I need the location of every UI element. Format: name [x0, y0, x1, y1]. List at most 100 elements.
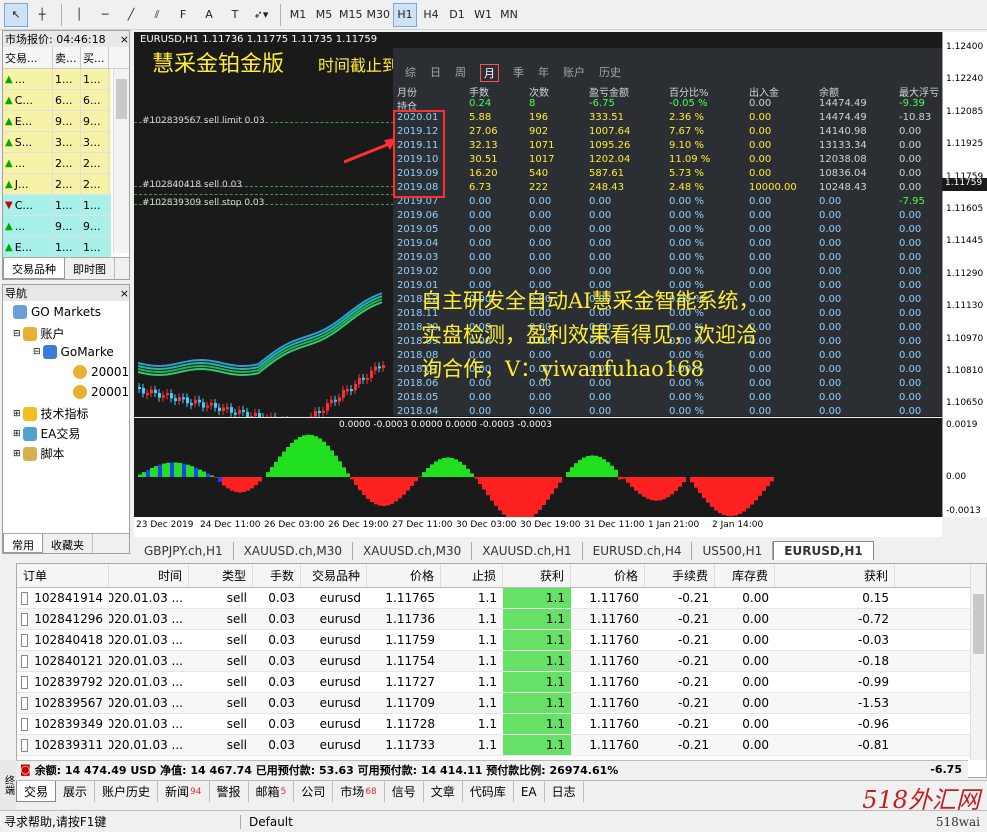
stats-tab[interactable]: 日: [430, 64, 441, 82]
stats-tab[interactable]: 综: [405, 64, 416, 82]
market-watch-row[interactable]: ▲ C... 6... 6...: [3, 90, 111, 111]
timeframe-m5[interactable]: M5: [312, 3, 336, 27]
chart-tab[interactable]: XAUUSD.ch,M30: [234, 542, 353, 560]
stats-tab[interactable]: 月: [480, 64, 499, 82]
nav-item-scripts[interactable]: ⊞ 脚本: [13, 445, 65, 462]
crosshair-icon[interactable]: ┼: [30, 3, 54, 27]
price-tick: 1.12240: [946, 74, 984, 85]
text-icon[interactable]: A: [197, 3, 221, 27]
timeframe-m15[interactable]: M15: [338, 3, 364, 27]
stats-tab[interactable]: 季: [513, 64, 524, 82]
terminal-tab[interactable]: 文章: [424, 781, 463, 802]
stats-tab[interactable]: 年: [538, 64, 549, 82]
market-watch-row[interactable]: ▲ E... 9... 9...: [3, 111, 111, 132]
terminal-tab[interactable]: 展示: [56, 781, 96, 802]
trade-row[interactable]: 102839792 2020.01.03 ... sell 0.03 eurusd 1.1…: [17, 672, 986, 693]
terminal-tab[interactable]: 新闻 94: [158, 781, 210, 802]
market-watch-row[interactable]: ▲ J... 2... 2...: [3, 174, 111, 195]
fibonacci-icon[interactable]: F: [171, 3, 195, 27]
indicator-chart[interactable]: 0.0000 -0.0003 0.0000 0.0000 -0.0003 -0.…: [134, 418, 942, 517]
trade-col-header[interactable]: 价格: [367, 564, 441, 587]
timeframe-d1[interactable]: D1: [445, 3, 469, 27]
nav-item-account-2[interactable]: 20001: [73, 385, 129, 399]
trade-row[interactable]: 102840121 2020.01.03 ... sell 0.03 eurusd 1.1…: [17, 651, 986, 672]
timeframe-mn[interactable]: MN: [497, 3, 521, 27]
market-watch-row[interactable]: ▲... 9... 9...: [3, 216, 111, 237]
stats-tab[interactable]: 周: [455, 64, 466, 82]
scrollbar-thumb[interactable]: [116, 79, 127, 119]
tab-favorites[interactable]: 收藏夹: [43, 534, 93, 553]
stats-tab[interactable]: 账户: [563, 64, 585, 82]
terminal-tab[interactable]: EA: [514, 781, 545, 802]
nav-item-experts[interactable]: ⊞ EA交易: [13, 425, 80, 442]
chart-tab[interactable]: XAUUSD.ch,H1: [472, 542, 583, 560]
nav-item-broker[interactable]: GO Markets: [13, 305, 101, 319]
channel-icon[interactable]: ⫽: [145, 3, 169, 27]
trade-row[interactable]: 102839311 2020.01.03 ... sell 0.03 eurusd 1.1…: [17, 735, 986, 756]
terminal-tab[interactable]: 邮箱 5: [249, 781, 295, 802]
trade-col-header[interactable]: 价格: [571, 564, 645, 587]
terminal-tab[interactable]: 账户历史: [95, 781, 159, 802]
terminal-tab[interactable]: 日志: [545, 781, 584, 802]
trade-col-header[interactable]: 获利: [503, 564, 571, 587]
trendline-icon[interactable]: ╱: [119, 3, 143, 27]
arrow-dropdown-icon[interactable]: ➶▾: [249, 3, 273, 27]
trade-row[interactable]: 102840418 2020.01.03 ... sell 0.03 eurusd 1.1…: [17, 630, 986, 651]
trade-col-header[interactable]: 类型: [189, 564, 253, 587]
trade-row[interactable]: 102841914 2020.01.03 ... sell 0.03 eurusd 1.1…: [17, 588, 986, 609]
market-watch-row[interactable]: ▼ C... 1... 1...: [3, 195, 111, 216]
market-watch-row[interactable]: ▲... 1... 1...: [3, 69, 111, 90]
horizontal-line-icon[interactable]: ─: [93, 3, 117, 27]
chart-tab[interactable]: US500,H1: [692, 542, 774, 560]
trade-col-header[interactable]: 交易品种: [301, 564, 367, 587]
trade-col-header[interactable]: 时间: [109, 564, 189, 587]
tab-common[interactable]: 常用: [3, 534, 43, 553]
terminal-scrollbar[interactable]: [970, 564, 986, 760]
tab-symbols[interactable]: 交易品种: [3, 258, 65, 279]
trade-col-header[interactable]: 手续费: [645, 564, 715, 587]
nav-item-server[interactable]: ⊟ GoMarke: [33, 345, 114, 359]
terminal-tab[interactable]: 市场 68: [333, 781, 385, 802]
terminal-tab[interactable]: 公司: [294, 781, 334, 802]
chart-tab[interactable]: EURUSD.ch,H4: [583, 542, 693, 560]
scrollbar-thumb[interactable]: [973, 594, 984, 654]
timeframe-h4[interactable]: H4: [419, 3, 443, 27]
close-icon[interactable]: ×: [120, 287, 129, 300]
timeframe-w1[interactable]: W1: [471, 3, 495, 27]
cursor-icon[interactable]: ↖: [4, 2, 28, 27]
terminal-tab[interactable]: 交易: [16, 781, 57, 802]
trade-row[interactable]: 102839567 2020.01.03 ... sell 0.03 eurusd 1.1…: [17, 693, 986, 714]
nav-item-accounts[interactable]: ⊟ 账户: [13, 325, 65, 342]
tab-tick-chart[interactable]: 即时图: [65, 258, 115, 279]
col-bid[interactable]: 卖...: [53, 47, 81, 68]
trade-col-header[interactable]: 获利: [775, 564, 895, 587]
label-icon[interactable]: T: [223, 3, 247, 27]
trade-col-header[interactable]: 止损: [441, 564, 503, 587]
col-symbol[interactable]: 交易...: [3, 47, 53, 68]
nav-item-indicators[interactable]: ⊞ 技术指标: [13, 405, 89, 422]
timeframe-m1[interactable]: M1: [286, 3, 310, 27]
market-watch-row[interactable]: ▲ E... 1... 1...: [3, 237, 111, 258]
market-watch-row[interactable]: ▲ S... 3... 3...: [3, 132, 111, 153]
col-ask[interactable]: 买...: [81, 47, 109, 68]
trade-col-header[interactable]: 订单: [17, 564, 109, 587]
chart-tab[interactable]: GBPJPY.ch,H1: [134, 542, 234, 560]
timeframe-m30[interactable]: M30: [366, 3, 392, 27]
trade-row[interactable]: 102839349 2020.01.03 ... sell 0.03 eurusd 1.1…: [17, 714, 986, 735]
vertical-line-icon[interactable]: │: [67, 3, 91, 27]
terminal-tab[interactable]: 代码库: [463, 781, 514, 802]
close-icon[interactable]: ×: [120, 33, 129, 46]
trade-cell: 0.00: [715, 630, 775, 650]
stats-tab[interactable]: 历史: [599, 64, 621, 82]
timeframe-h1[interactable]: H1: [393, 2, 417, 27]
trade-col-header[interactable]: 库存费: [715, 564, 775, 587]
chart-tab[interactable]: XAUUSD.ch,M30: [353, 542, 473, 560]
market-watch-scrollbar[interactable]: [113, 69, 129, 253]
trade-row[interactable]: 102841296 2020.01.03 ... sell 0.03 eurusd 1.1…: [17, 609, 986, 630]
terminal-tab[interactable]: 警报: [210, 781, 249, 802]
nav-item-account-1[interactable]: 20001: [73, 365, 129, 379]
trade-col-header[interactable]: 手数: [253, 564, 301, 587]
market-watch-row[interactable]: ▲... 2... 2...: [3, 153, 111, 174]
chart-tab[interactable]: EURUSD,H1: [773, 541, 874, 560]
terminal-tab[interactable]: 信号: [385, 781, 424, 802]
